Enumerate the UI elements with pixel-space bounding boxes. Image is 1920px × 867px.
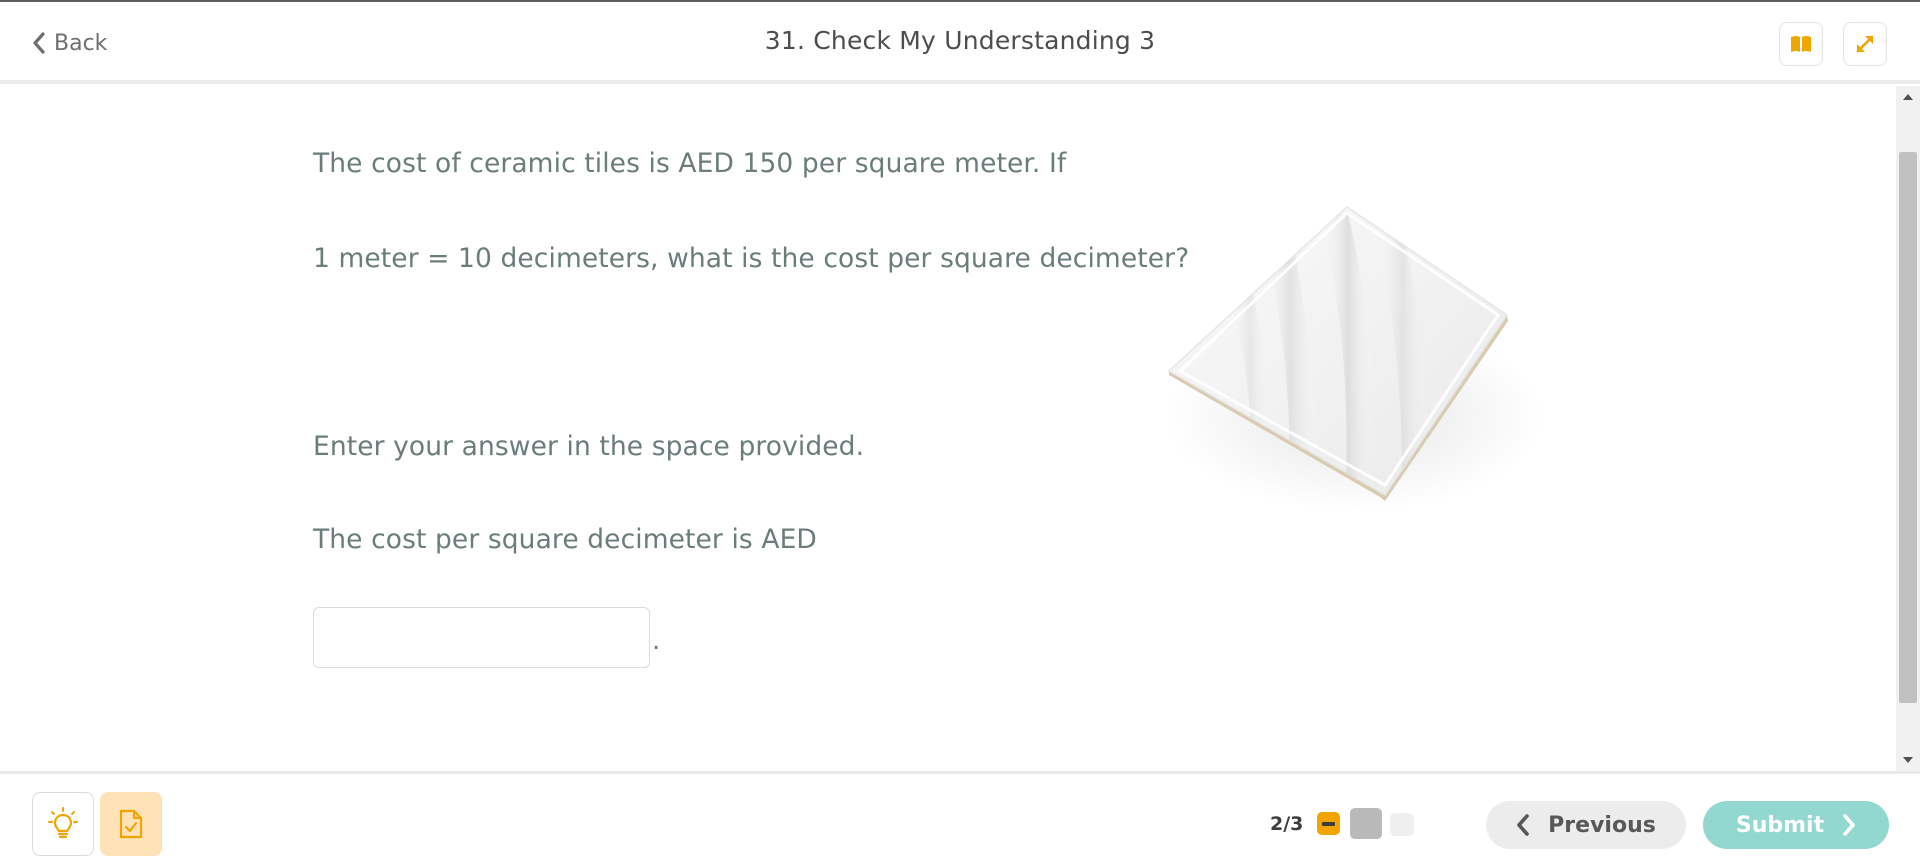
page-title: 31. Check My Understanding 3 bbox=[764, 26, 1156, 55]
step-indicator-1[interactable] bbox=[1317, 812, 1340, 835]
book-button[interactable] bbox=[1779, 22, 1823, 66]
page-counter: 2/3 bbox=[1270, 813, 1304, 835]
scroll-up-button[interactable] bbox=[1896, 86, 1920, 108]
answer-prompt: The cost per square decimeter is AED bbox=[313, 524, 817, 555]
chevron-right-icon bbox=[1843, 814, 1855, 836]
submit-label: Submit bbox=[1735, 812, 1825, 838]
answer-instruction: Enter your answer in the space provided. bbox=[313, 431, 865, 462]
step-indicator-3[interactable] bbox=[1390, 813, 1414, 836]
document-check-icon bbox=[119, 809, 143, 839]
open-book-icon bbox=[1791, 36, 1811, 52]
caret-down-icon bbox=[1903, 757, 1913, 763]
footer: 2/3 Previous Submit bbox=[0, 771, 1920, 867]
caret-up-icon bbox=[1903, 94, 1913, 100]
question-panel: The cost of ceramic tiles is AED 150 per… bbox=[0, 86, 1896, 771]
answer-period: . bbox=[652, 626, 661, 656]
expand-button[interactable] bbox=[1843, 22, 1887, 66]
ceramic-tile-image bbox=[1165, 206, 1545, 511]
lightbulb-icon bbox=[48, 807, 78, 839]
question-line-1: The cost of ceramic tiles is AED 150 per… bbox=[313, 148, 1067, 179]
previous-label: Previous bbox=[1548, 812, 1656, 838]
previous-button[interactable]: Previous bbox=[1486, 801, 1686, 849]
minus-icon bbox=[1322, 821, 1335, 826]
expand-icon bbox=[1856, 35, 1874, 53]
hint-button[interactable] bbox=[32, 792, 94, 856]
chevron-left-icon bbox=[1517, 814, 1529, 836]
scroll-down-button[interactable] bbox=[1896, 749, 1920, 771]
vertical-scrollbar[interactable] bbox=[1896, 86, 1920, 771]
notes-button[interactable] bbox=[100, 792, 162, 856]
submit-button[interactable]: Submit bbox=[1703, 801, 1889, 849]
answer-input[interactable] bbox=[313, 607, 650, 668]
question-line-2: 1 meter = 10 decimeters, what is the cos… bbox=[313, 243, 1190, 274]
scroll-thumb[interactable] bbox=[1899, 152, 1917, 703]
page: Back 31. Check My Understanding 3 The co… bbox=[0, 0, 1920, 867]
step-indicator-2[interactable] bbox=[1350, 808, 1382, 839]
header: Back 31. Check My Understanding 3 bbox=[0, 2, 1920, 84]
